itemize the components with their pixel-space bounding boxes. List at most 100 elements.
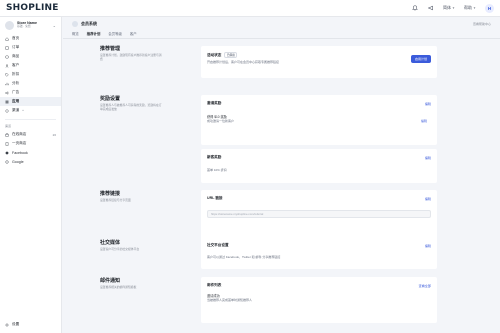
section-description: 设置推荐链接与分享页面	[100, 198, 131, 202]
reward-amount: 首单 10% 折扣	[207, 168, 227, 172]
sidebar-group-label: 渠道	[5, 124, 12, 128]
sidebar-item-google[interactable]: Google	[0, 157, 61, 166]
enable-plan-button[interactable]: 启用计划	[410, 55, 431, 63]
sidebar-item-label: 订单	[12, 45, 20, 49]
new-badge: +	[22, 109, 24, 112]
shopline-logo[interactable]: SHOPLINE	[6, 3, 59, 13]
store-switcher[interactable]: Store Name 基础 · 免费 ⌄	[0, 17, 61, 33]
gear-icon	[5, 322, 9, 327]
card-title: 邮件列表	[207, 283, 222, 287]
sidebar-item-customers[interactable]: 客户	[0, 61, 61, 70]
sidebar-item-label: 一页商店	[12, 141, 27, 145]
topbar-actions: 简体 ▼ 帮助 ▼ H	[411, 3, 494, 13]
ads-icon	[5, 90, 9, 95]
sidebar-item-facebook[interactable]: Facebook	[0, 148, 61, 157]
sidebar-item-apps[interactable]: 应用	[0, 97, 61, 106]
language-select[interactable]: 简体 ▼	[443, 5, 455, 11]
section-description: 设置客户可分享的社交媒体平台	[100, 247, 140, 251]
language-label: 简体	[443, 5, 452, 10]
card-title: 新客奖励	[207, 155, 222, 159]
reward-detail: 获得 $10 奖励 成功邀请一位新客户	[207, 115, 234, 123]
chevron-down-icon: ⌄	[52, 22, 56, 28]
section-info: 奖励设置 设置推荐人与被推荐人可获得的奖励，奖励将在订单完成后发放	[100, 95, 164, 112]
email-card: 邮件列表 查看全部 邀请成功 当被推荐人完成首单时通知推荐人	[201, 277, 437, 323]
settings-label: 设置	[12, 322, 20, 326]
card-text: 客户可以通过 Facebook、Twitter 和 邮件 分享推荐链接	[207, 255, 281, 259]
avatar[interactable]: H	[485, 3, 494, 13]
email-template-item[interactable]: 邀请成功 当被推荐人完成首单时通知推荐人	[207, 294, 252, 302]
section-title: 推荐链接	[100, 191, 121, 197]
discount-icon	[5, 72, 9, 77]
section-title: 推荐管理	[100, 46, 121, 52]
section-description: 设置推荐计划，鼓励现有客户推荐新客户注册与消费	[100, 53, 162, 61]
home-icon	[5, 36, 9, 41]
sidebar-item-one-page-store[interactable]: 一页商店	[0, 139, 61, 148]
help-label: 帮助	[464, 5, 473, 10]
sidebar-item-label: 在线商店	[12, 132, 27, 136]
sidebar-item-label: 首页	[12, 36, 20, 40]
store-info: Store Name 基础 · 免费	[17, 21, 37, 28]
reward-edit-link[interactable]: 编辑	[421, 119, 427, 123]
sidebar-item-orders[interactable]: 订单	[0, 43, 61, 52]
section-info: 推荐链接 设置推荐链接与分享页面	[100, 190, 164, 203]
page-title: 会员系统	[81, 21, 97, 26]
url-card: URL 链接 编辑 https://storename.myshopline.c…	[201, 190, 437, 240]
sidebar-item-label: 应用	[12, 99, 20, 103]
analytics-icon	[5, 82, 9, 85]
sidebar-item-settings[interactable]: 设置	[0, 320, 62, 329]
store-icon	[5, 132, 9, 137]
help-center-link[interactable]: 查看帮助中心	[473, 22, 491, 26]
store-logo-icon	[5, 20, 14, 30]
section-description: 设置推荐人与被推荐人可获得的奖励，奖励将在订单完成后发放	[100, 103, 162, 111]
sidebar-item-channels[interactable]: 渠道 +	[0, 106, 61, 115]
app-icon	[72, 21, 78, 27]
card-title: URL 链接	[207, 196, 223, 200]
referral-status-card: 活动状态 已停用 开启推荐计划后，客户可在会员中心获取专属推荐链接 启用计划	[201, 46, 437, 78]
sidebar-item-home[interactable]: 首页	[0, 34, 61, 43]
help-menu[interactable]: 帮助 ▼	[464, 5, 476, 11]
edit-link[interactable]: 编辑	[425, 243, 431, 248]
channels-icon	[5, 109, 9, 112]
sidebar-item-label: 商品	[12, 54, 20, 58]
sidebar-item-discount[interactable]: 折扣	[0, 70, 61, 79]
apps-icon	[5, 100, 9, 103]
edit-link[interactable]: 编辑	[425, 196, 431, 201]
main-content: 会员系统 查看帮助中心 概览 推荐计划 会员等级 客户 推荐管理 设置推荐计划，…	[63, 17, 500, 333]
sidebar-item-online-store[interactable]: 在线商店 26	[0, 130, 61, 139]
card-title: 邀请奖励	[207, 101, 222, 105]
sidebar-item-label: 客户	[12, 63, 20, 67]
referral-url-field[interactable]: https://storename.myshopline.com/referra…	[207, 210, 431, 218]
tab-divider	[63, 38, 500, 39]
sidebar-item-label: 折扣	[12, 72, 20, 76]
chevron-down-icon: ▼	[473, 6, 476, 10]
section-title: 邮件通知	[100, 278, 121, 284]
google-icon	[5, 159, 9, 164]
section-description: 设置推荐相关的邮件通知模板	[100, 285, 137, 289]
products-icon	[5, 54, 9, 59]
card-title-text: 活动状态	[207, 52, 222, 57]
social-card: 社交平台设置 编辑 客户可以通过 Facebook、Twitter 和 邮件 分…	[201, 237, 437, 269]
section-info: 推荐管理 设置推荐计划，鼓励现有客户推荐新客户注册与消费	[100, 45, 164, 62]
view-all-link[interactable]: 查看全部	[419, 283, 431, 288]
sidebar-item-label: 分析	[12, 81, 20, 85]
edit-link[interactable]: 编辑	[425, 155, 431, 160]
facebook-icon	[5, 151, 9, 154]
sidebar-item-ads[interactable]: 广告	[0, 88, 61, 97]
card-title: 活动状态 已停用	[207, 52, 238, 58]
section-info: 社交媒体 设置客户可分享的社交媒体平台	[100, 239, 164, 252]
referrer-reward-card: 邀请奖励 编辑 获得 $10 奖励 成功邀请一位新客户 编辑	[201, 95, 437, 145]
sidebar-item-label: Google	[12, 159, 24, 164]
bell-icon[interactable]	[411, 5, 418, 12]
sidebar-item-analytics[interactable]: 分析	[0, 79, 61, 88]
megaphone-icon[interactable]	[427, 5, 434, 12]
page-header: 会员系统	[72, 21, 97, 27]
chevron-down-icon: ▼	[452, 6, 456, 10]
page-icon	[5, 141, 9, 146]
reward-condition: 成功邀请一位新客户	[207, 119, 235, 124]
section-info: 邮件通知 设置推荐相关的邮件通知模板	[100, 277, 164, 290]
card-title: 社交平台设置	[207, 243, 229, 247]
top-bar: SHOPLINE 简体 ▼ 帮助 ▼ H	[0, 0, 500, 17]
sidebar-nav: 首页 订单 商品 客户 折扣 分析 广告 应用 渠道 +	[0, 34, 61, 115]
sidebar-item-products[interactable]: 商品	[0, 52, 61, 61]
edit-link[interactable]: 编辑	[425, 101, 431, 106]
